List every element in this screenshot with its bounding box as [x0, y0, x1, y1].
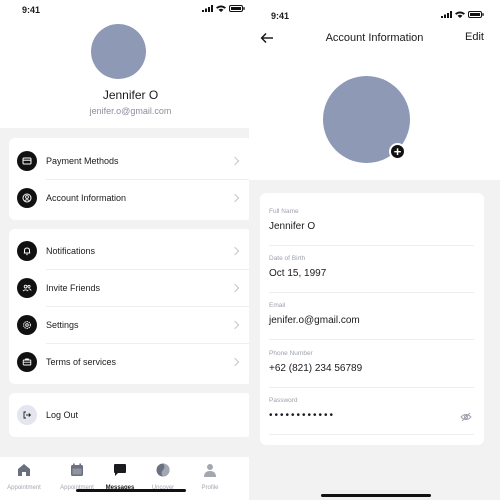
tab-label: Profile [201, 485, 219, 491]
menu-item-label: Notifications [46, 246, 96, 256]
home-icon [18, 464, 30, 476]
chevron-right-icon [230, 193, 240, 203]
chevron-right-icon [230, 320, 240, 330]
wifi-icon [216, 5, 226, 12]
bottom-tab-bar: Appointment Appointment Messages Uncover… [0, 457, 261, 500]
menu-item-invite-friends[interactable]: Invite Friends [9, 270, 252, 306]
edit-button[interactable]: Edit [465, 31, 484, 43]
logout-label: Log Out [46, 410, 79, 420]
menu-item-label: Payment Methods [46, 156, 119, 166]
phone-number-field[interactable]: Phone Number +62 (821) 234 56789 [269, 350, 474, 388]
menu-item-terms-of-services[interactable]: Terms of services [9, 344, 252, 380]
status-time: 9:41 [22, 5, 41, 15]
chat-icon [114, 464, 126, 476]
field-value: •••••••••••• [269, 410, 336, 421]
menu-item-label: Account Information [46, 193, 127, 203]
tab-appointment[interactable]: Appointment [53, 462, 101, 491]
logout-icon [17, 405, 37, 425]
system-icons [441, 11, 484, 18]
menu-item-label: Terms of services [46, 357, 117, 367]
signal-icon [202, 5, 213, 12]
field-label: Password [269, 397, 298, 404]
chevron-right-icon [230, 283, 240, 293]
person-icon [204, 464, 216, 477]
add-photo-button[interactable]: + [389, 143, 406, 160]
date-of-birth-field[interactable]: Date of Birth Oct 15, 1997 [269, 255, 474, 293]
tab-messages[interactable]: Messages [96, 462, 144, 491]
field-value: jenifer.o@gmail.com [269, 315, 360, 326]
general-settings-card: Notifications Invite Friends Settings Te… [9, 229, 252, 384]
logout-card: Log Out [9, 393, 252, 437]
profile-screen: 9:41 Jennifer O jenifer.o@gmail.com Paym… [0, 0, 261, 500]
email-field[interactable]: Email jenifer.o@gmail.com [269, 302, 474, 340]
account-info-card: Full Name Jennifer O Date of Birth Oct 1… [260, 193, 484, 445]
account-information-screen: 9:41 Account Information Edit + Full Nam… [249, 0, 500, 500]
profile-name: Jennifer O [102, 88, 159, 102]
calendar-icon [71, 463, 83, 476]
home-indicator [76, 489, 186, 492]
menu-item-label: Settings [46, 320, 79, 330]
bell-icon [17, 241, 37, 261]
menu-item-label: Invite Friends [46, 283, 101, 293]
home-indicator [321, 494, 431, 497]
field-value: Jennifer O [269, 221, 316, 232]
page-title: Account Information [325, 32, 424, 44]
tab-label: Appointment [7, 485, 41, 491]
card-icon [17, 151, 37, 171]
wifi-icon [455, 11, 465, 18]
chevron-right-icon [230, 357, 240, 367]
field-label: Phone Number [269, 350, 313, 357]
field-value: +62 (821) 234 56789 [269, 363, 363, 374]
profile-email: jenifer.o@gmail.com [89, 106, 172, 116]
eye-off-icon[interactable] [460, 412, 472, 422]
menu-item-payment-methods[interactable]: Payment Methods [9, 143, 252, 179]
people-icon [17, 278, 37, 298]
battery-icon [229, 5, 245, 12]
compass-icon [156, 463, 170, 477]
status-bar: 9:41 [249, 0, 500, 21]
chevron-right-icon [230, 246, 240, 256]
signal-icon [441, 11, 452, 18]
tab-profile[interactable]: Profile [186, 462, 234, 491]
profile-header: 9:41 Jennifer O jenifer.o@gmail.com [0, 0, 261, 128]
password-field[interactable]: Password •••••••••••• [269, 397, 474, 435]
field-value: Oct 15, 1997 [269, 268, 327, 279]
field-label: Email [269, 302, 286, 309]
logout-button[interactable]: Log Out [9, 397, 252, 433]
field-label: Date of Birth [269, 255, 306, 262]
field-label: Full Name [269, 208, 299, 215]
payment-account-card: Payment Methods Account Information [9, 138, 252, 220]
menu-item-settings[interactable]: Settings [9, 307, 252, 343]
avatar[interactable] [91, 24, 146, 79]
tab-uncover[interactable]: Uncover [139, 462, 187, 491]
user-icon [17, 188, 37, 208]
status-time: 9:41 [271, 11, 290, 21]
account-header: 9:41 Account Information Edit + [249, 0, 500, 180]
menu-item-account-information[interactable]: Account Information [9, 180, 252, 216]
gear-icon [17, 315, 37, 335]
briefcase-icon [17, 352, 37, 372]
system-icons [202, 5, 245, 12]
battery-icon [468, 11, 484, 18]
full-name-field[interactable]: Full Name Jennifer O [269, 208, 474, 246]
tab-home[interactable]: Appointment [0, 462, 48, 491]
chevron-right-icon [230, 156, 240, 166]
status-bar: 9:41 [0, 0, 261, 20]
menu-item-notifications[interactable]: Notifications [9, 233, 252, 269]
